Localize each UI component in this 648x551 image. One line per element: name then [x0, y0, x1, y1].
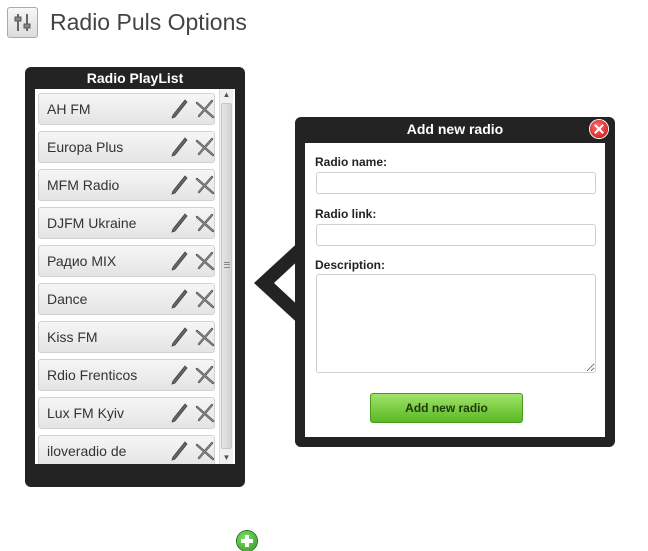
dialog-body: Radio name: Radio link: Description: Add…	[305, 143, 605, 437]
radio-name: DJFM Ukraine	[47, 215, 137, 231]
radio-name-input[interactable]	[316, 172, 596, 194]
radio-name: MFM Radio	[47, 177, 120, 193]
radio-name: Europa Plus	[47, 139, 124, 155]
close-icon[interactable]	[590, 120, 608, 138]
radio-name: Kiss FM	[47, 329, 98, 345]
pencil-icon[interactable]	[169, 364, 189, 386]
cross-icon[interactable]	[194, 326, 216, 348]
radio-link-input[interactable]	[316, 224, 596, 246]
playlist-title: Radio PlayList	[86, 70, 184, 86]
description-textarea[interactable]	[316, 274, 596, 373]
settings-sliders-icon	[7, 7, 38, 38]
radio-list-item[interactable]: Europa Plus	[38, 131, 215, 163]
cross-icon[interactable]	[194, 440, 216, 462]
radio-name: Радио MIX	[47, 253, 117, 269]
add-new-radio-button[interactable]: Add new radio	[370, 393, 523, 423]
radio-list-item[interactable]: Rdio Frenticos	[38, 359, 215, 391]
radio-playlist-panel: Radio PlayList AH FM Europa Plus MFM Radio…	[25, 67, 257, 551]
pencil-icon[interactable]	[169, 326, 189, 348]
radio-list-item[interactable]: AH FM	[38, 93, 215, 125]
pencil-icon[interactable]	[169, 174, 189, 196]
radio-list-item[interactable]: MFM Radio	[38, 169, 215, 201]
pencil-icon[interactable]	[169, 250, 189, 272]
scroll-down-arrow-icon[interactable]: ▼	[220, 452, 233, 464]
description-label: Description:	[315, 258, 386, 272]
dialog-title: Add new radio	[406, 121, 504, 137]
scroll-up-arrow-icon[interactable]: ▲	[220, 89, 233, 101]
grip-icon	[224, 262, 230, 268]
pencil-icon[interactable]	[169, 288, 189, 310]
radio-list-item[interactable]: Kiss FM	[38, 321, 215, 353]
cross-icon[interactable]	[194, 174, 216, 196]
playlist-scrollbar[interactable]: ▲ ▼	[219, 89, 233, 464]
cross-icon[interactable]	[194, 98, 216, 120]
cross-icon[interactable]	[194, 136, 216, 158]
pencil-icon[interactable]	[169, 440, 189, 462]
radio-name: iloveradio de	[47, 443, 127, 459]
radio-list-item[interactable]: Lux FM Kyiv	[38, 397, 215, 429]
radio-list-item[interactable]: DJFM Ukraine	[38, 207, 215, 239]
playlist-list-container: AH FM Europa Plus MFM Radio DJFM Ukraine Рад…	[35, 89, 235, 464]
add-radio-plus-button[interactable]	[237, 531, 257, 551]
scroll-thumb[interactable]	[221, 103, 232, 449]
radio-list-item[interactable]: Dance	[38, 283, 215, 315]
radio-name: Rdio Frenticos	[47, 367, 138, 383]
cross-icon[interactable]	[194, 364, 216, 386]
radio-name: Dance	[47, 291, 88, 307]
pencil-icon[interactable]	[169, 136, 189, 158]
page-title: Radio Puls Options	[50, 9, 247, 35]
cross-icon[interactable]	[194, 250, 216, 272]
cross-icon[interactable]	[194, 288, 216, 310]
radio-name-label: Radio name:	[315, 155, 388, 169]
radio-list-item[interactable]: iloveradio de	[38, 435, 215, 464]
radio-name: Lux FM Kyiv	[47, 405, 125, 421]
add-radio-dialog: Add new radio Radio name: Radio link: De…	[295, 117, 615, 447]
radio-list-item[interactable]: Радио MIX	[38, 245, 215, 277]
pencil-icon[interactable]	[169, 98, 189, 120]
pencil-icon[interactable]	[169, 212, 189, 234]
cross-icon[interactable]	[194, 402, 216, 424]
radio-link-label: Radio link:	[315, 207, 377, 221]
pencil-icon[interactable]	[169, 402, 189, 424]
radio-name: AH FM	[47, 101, 91, 117]
cross-icon[interactable]	[194, 212, 216, 234]
